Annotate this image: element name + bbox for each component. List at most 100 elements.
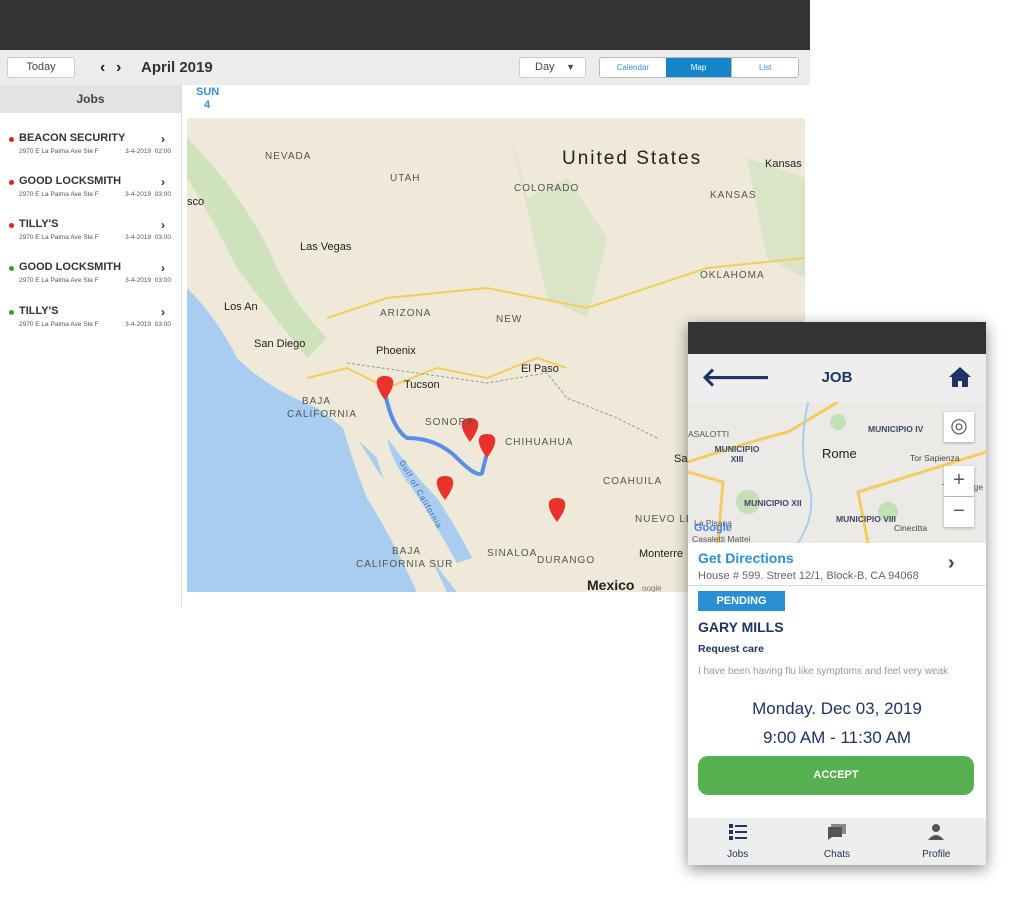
map-label: KANSAS — [710, 190, 757, 201]
job-address: 2970 E La Palma Ave Ste F — [19, 148, 99, 155]
chevron-down-icon: ▼ — [566, 62, 575, 72]
job-time: 03:00 — [154, 191, 171, 198]
job-name: TILLY'S — [19, 218, 59, 230]
status-dot — [9, 266, 14, 271]
map-label: El Paso — [521, 363, 559, 375]
chevron-right-icon: › — [161, 218, 165, 232]
chevron-right-icon: › — [948, 552, 955, 574]
get-directions-row[interactable]: Get Directions House # 599. Street 12/1,… — [688, 543, 986, 586]
chevron-right-icon: › — [161, 305, 165, 319]
map-label: Phoenix — [376, 345, 416, 357]
map-attribution: oogle — [642, 584, 662, 592]
status-dot — [9, 310, 14, 315]
map-label: MUNICIPIO XII — [744, 498, 802, 508]
zoom-out-button[interactable]: − — [944, 497, 974, 527]
job-date: 3-4-2019 — [125, 148, 152, 155]
accept-button[interactable]: ACCEPT — [698, 756, 974, 795]
map-label: Tor Sapienza — [910, 453, 960, 463]
map-label: CALIFORNIA SUR — [356, 559, 454, 570]
nav-chats[interactable]: Chats — [787, 818, 886, 865]
today-button[interactable]: Today — [7, 57, 75, 78]
zoom-in-button[interactable]: + — [944, 466, 974, 496]
map-label: Las Vegas — [300, 241, 352, 253]
job-details: 2970 E La Palma Ave Ste F 3-4-2019 03:00 — [19, 191, 171, 198]
map-label: Cinecitta — [894, 523, 928, 533]
nav-jobs[interactable]: Jobs — [688, 818, 787, 865]
map-label: COAHUILA — [603, 476, 663, 487]
map-label: sco — [187, 196, 205, 208]
map-label: ASALOTTI — [688, 429, 730, 439]
map-label: Casaletti Mattei — [692, 534, 751, 543]
view-select-value: Day — [535, 61, 555, 73]
get-directions-link[interactable]: Get Directions — [698, 550, 794, 566]
map-label: CALIFORNIA — [287, 409, 358, 420]
toolbar: Today ‹ › April 2019 Day ▼ Calendar Map L… — [0, 50, 810, 85]
phone-header: 🡐 JOB — [688, 354, 986, 402]
job-date: 3-4-2019 — [125, 277, 152, 284]
map-label: MUNICIPIO XIII — [714, 444, 760, 464]
map-label: ARIZONA — [380, 308, 432, 319]
status-badge: PENDING — [698, 591, 785, 611]
job-name: GOOD LOCKSMITH — [19, 261, 122, 273]
job-time: 02:00 — [154, 148, 171, 155]
job-date: 3-4-2019 — [125, 321, 152, 328]
prev-button[interactable]: ‹ — [100, 59, 105, 77]
next-button[interactable]: › — [116, 59, 121, 77]
map-label: Sa — [674, 453, 688, 465]
map-label: Mexico — [587, 577, 635, 592]
job-address: 2970 E La Palma Ave Ste F — [19, 321, 99, 328]
job-list-item[interactable]: TILLY'S 2970 E La Palma Ave Ste F 3-4-201… — [0, 303, 180, 343]
chevron-right-icon: › — [161, 132, 165, 146]
locate-me-button[interactable]: ◎ — [944, 412, 974, 442]
tab-calendar[interactable]: Calendar — [600, 58, 666, 77]
map-label: Rome — [822, 446, 857, 461]
job-name: GOOD LOCKSMITH — [19, 175, 122, 187]
job-time: 03:00 — [154, 321, 171, 328]
job-address: 2970 E La Palma Ave Ste F — [19, 191, 99, 198]
request-description: I have been having flu like symptoms and… — [698, 666, 949, 677]
job-list-item[interactable]: GOOD LOCKSMITH 2970 E La Palma Ave Ste F… — [0, 173, 180, 213]
nav-label: Jobs — [727, 849, 749, 860]
map-label: DURANGO — [537, 555, 596, 566]
chevron-right-icon: › — [161, 175, 165, 189]
screen-title: JOB — [821, 369, 853, 386]
view-select[interactable]: Day ▼ — [519, 57, 586, 78]
tab-map[interactable]: Map — [665, 58, 732, 77]
map-label: NEVADA — [265, 151, 312, 162]
mobile-job-screen: 🡐 JOB MUNICIPIO IV MUNICIPIO XIII Rome T… — [688, 322, 986, 865]
nav-label: Profile — [922, 849, 951, 860]
view-tabs: Calendar Map List — [599, 57, 799, 78]
status-dot — [9, 180, 14, 185]
job-map[interactable]: MUNICIPIO IV MUNICIPIO XIII Rome Tor Sap… — [688, 402, 986, 543]
bottom-nav: Jobs Chats Profile — [688, 818, 986, 865]
job-name: BEACON SECURITY — [19, 132, 126, 144]
top-bar — [0, 0, 810, 50]
job-time: 03:00 — [154, 234, 171, 241]
map-label: San Diego — [254, 338, 306, 350]
customer-name: GARY MILLS — [698, 619, 784, 635]
phone-status-bar — [688, 322, 986, 354]
job-time: 03:00 — [154, 277, 171, 284]
map-label: CHIHUAHUA — [505, 437, 574, 448]
nav-profile[interactable]: Profile — [887, 818, 986, 865]
job-date: 3-4-2019 — [125, 191, 152, 198]
job-details: 2970 E La Palma Ave Ste F 3-4-2019 03:00 — [19, 234, 171, 241]
sidebar-title: Jobs — [0, 85, 181, 113]
tab-list[interactable]: List — [731, 58, 798, 77]
crosshair-icon: ◎ — [950, 415, 968, 437]
map-label: Tucson — [404, 379, 440, 391]
job-details: 2970 E La Palma Ave Ste F 3-4-2019 03:00 — [19, 277, 171, 284]
month-title: April 2019 — [141, 59, 213, 76]
job-list-item[interactable]: BEACON SECURITY 2970 E La Palma Ave Ste … — [0, 130, 180, 170]
job-address: 2970 E La Palma Ave Ste F — [19, 234, 99, 241]
map-label: Monterre — [639, 548, 684, 560]
google-logo: Google — [694, 522, 732, 534]
nav-label: Chats — [823, 849, 851, 860]
job-list-item[interactable]: TILLY'S 2970 E La Palma Ave Ste F 3-4-201… — [0, 216, 180, 256]
map-label: UTAH — [390, 173, 421, 184]
job-details: 2970 E La Palma Ave Ste F 3-4-2019 03:00 — [19, 321, 171, 328]
job-list-item[interactable]: GOOD LOCKSMITH 2970 E La Palma Ave Ste F… — [0, 259, 180, 299]
map-label: NEW — [496, 314, 523, 325]
map-label: OKLAHOMA — [700, 270, 765, 281]
home-icon[interactable] — [948, 366, 972, 388]
